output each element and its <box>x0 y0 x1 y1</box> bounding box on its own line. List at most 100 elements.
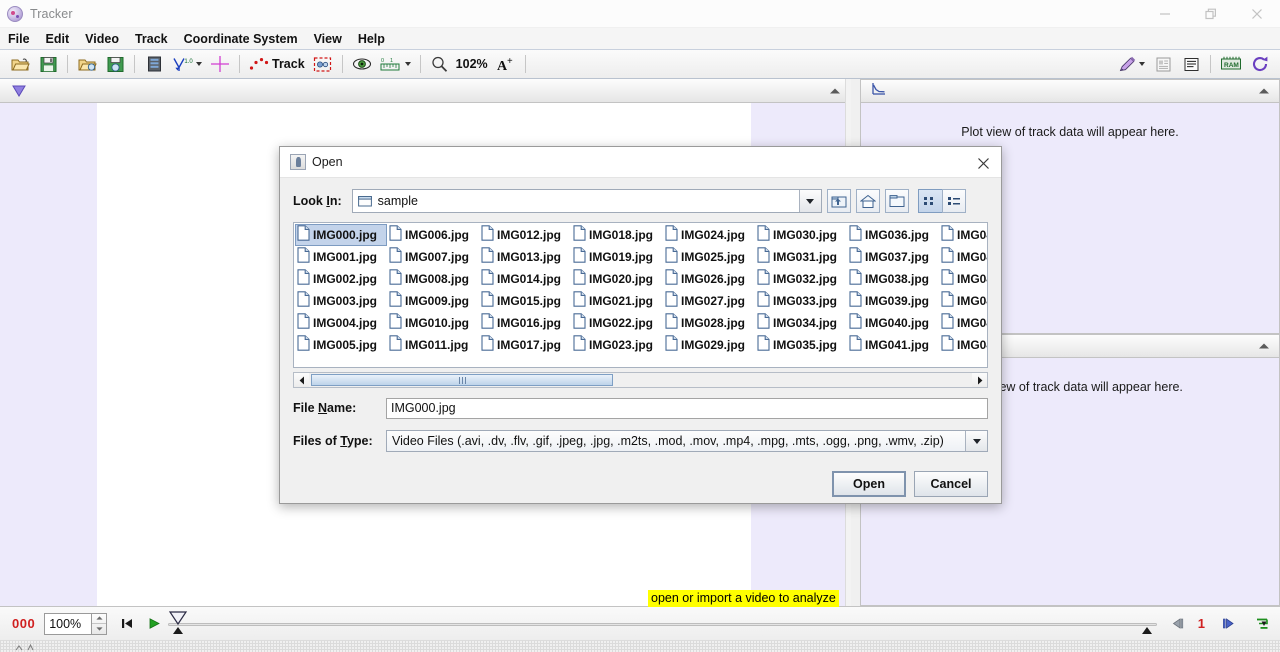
file-list-item[interactable]: IMG042.jpg <box>939 224 987 246</box>
file-list-item[interactable]: IMG034.jpg <box>755 312 847 334</box>
autotracker-icon[interactable] <box>311 52 335 77</box>
menu-video[interactable]: Video <box>78 30 126 48</box>
stepper-up-icon[interactable] <box>92 614 107 624</box>
file-list-item[interactable]: IMG025.jpg <box>663 246 755 268</box>
file-list-item[interactable]: IMG040.jpg <box>847 312 939 334</box>
up-one-level-icon[interactable] <box>826 189 851 213</box>
file-list-item[interactable]: IMG001.jpg <box>295 246 387 268</box>
file-list-item[interactable]: IMG017.jpg <box>479 334 571 356</box>
chevron-down-icon[interactable] <box>965 431 987 451</box>
file-list-item[interactable]: IMG039.jpg <box>847 290 939 312</box>
step-back-icon[interactable] <box>1166 612 1190 636</box>
file-list-item[interactable]: IMG016.jpg <box>479 312 571 334</box>
menu-edit[interactable]: Edit <box>39 30 77 48</box>
player-zoom-field[interactable]: 100% <box>44 612 93 635</box>
file-list-item[interactable]: IMG041.jpg <box>847 334 939 356</box>
close-icon[interactable] <box>971 151 995 175</box>
file-list-item[interactable]: IMG047.jpg <box>939 334 987 356</box>
scroll-left-icon[interactable] <box>294 373 309 387</box>
filter-triangle-icon[interactable] <box>12 85 26 97</box>
files-of-type-combobox[interactable]: Video Files (.avi, .dv, .flv, .gif, .jpe… <box>386 430 988 452</box>
file-list-item[interactable]: IMG009.jpg <box>387 290 479 312</box>
menu-coordinate-system[interactable]: Coordinate System <box>177 30 305 48</box>
file-list-item[interactable]: IMG004.jpg <box>295 312 387 334</box>
refresh-icon[interactable] <box>1248 52 1272 77</box>
skip-to-start-icon[interactable] <box>115 612 139 636</box>
file-list[interactable]: IMG000.jpg IMG001.jpg IMG002.jpg IMG003.jpg… <box>293 222 988 368</box>
menu-track[interactable]: Track <box>128 30 175 48</box>
zoom-level-label[interactable]: 102% <box>456 57 488 71</box>
list-view-icon[interactable] <box>917 189 942 213</box>
file-list-item[interactable]: IMG044.jpg <box>939 268 987 290</box>
open-button[interactable]: Open <box>832 471 906 497</box>
close-icon[interactable] <box>1234 0 1280 28</box>
file-list-item[interactable]: IMG007.jpg <box>387 246 479 268</box>
loop-playback-icon[interactable] <box>1250 612 1274 636</box>
collapse-arrow-icon[interactable] <box>1259 343 1269 349</box>
stepper-down-icon[interactable] <box>92 624 106 634</box>
open-folder-icon[interactable] <box>8 52 32 77</box>
axes-icon[interactable] <box>208 52 232 77</box>
file-list-item[interactable]: IMG046.jpg <box>939 312 987 334</box>
drawing-pencil-icon[interactable] <box>1116 52 1147 77</box>
open-video-icon[interactable] <box>75 52 99 77</box>
file-list-item[interactable]: IMG029.jpg <box>663 334 755 356</box>
file-list-item[interactable]: IMG012.jpg <box>479 224 571 246</box>
collapse-arrow-icon[interactable] <box>1259 88 1269 94</box>
out-marker-icon[interactable] <box>1139 623 1155 635</box>
file-list-item[interactable]: IMG015.jpg <box>479 290 571 312</box>
in-marker-icon[interactable] <box>168 610 188 638</box>
file-list-item[interactable]: IMG010.jpg <box>387 312 479 334</box>
file-list-item[interactable]: IMG032.jpg <box>755 268 847 290</box>
file-list-item[interactable]: IMG005.jpg <box>295 334 387 356</box>
file-list-item[interactable]: IMG037.jpg <box>847 246 939 268</box>
font-size-icon[interactable]: A + <box>494 52 518 77</box>
file-list-item[interactable]: IMG033.jpg <box>755 290 847 312</box>
file-list-item[interactable]: IMG031.jpg <box>755 246 847 268</box>
magnifier-icon[interactable] <box>428 52 452 77</box>
menu-view[interactable]: View <box>307 30 349 48</box>
data-table-icon[interactable] <box>1179 52 1203 77</box>
restore-icon[interactable] <box>1188 0 1234 28</box>
file-list-item[interactable]: IMG043.jpg <box>939 246 987 268</box>
file-list-item[interactable]: IMG023.jpg <box>571 334 663 356</box>
file-list-item[interactable]: IMG002.jpg <box>295 268 387 290</box>
player-zoom-stepper[interactable] <box>92 612 108 635</box>
chevron-down-icon[interactable] <box>798 190 821 212</box>
file-list-item[interactable]: IMG013.jpg <box>479 246 571 268</box>
file-list-item[interactable]: IMG019.jpg <box>571 246 663 268</box>
file-list-item[interactable]: IMG027.jpg <box>663 290 755 312</box>
file-list-item[interactable]: IMG014.jpg <box>479 268 571 290</box>
file-list-item[interactable]: IMG003.jpg <box>295 290 387 312</box>
file-list-item[interactable]: IMG026.jpg <box>663 268 755 290</box>
clip-settings-icon[interactable] <box>142 52 166 77</box>
file-list-item[interactable]: IMG038.jpg <box>847 268 939 290</box>
minimize-icon[interactable] <box>1142 0 1188 28</box>
file-list-item[interactable]: IMG006.jpg <box>387 224 479 246</box>
cancel-button[interactable]: Cancel <box>914 471 988 497</box>
look-in-combobox[interactable]: sample <box>351 189 822 213</box>
file-list-item[interactable]: IMG008.jpg <box>387 268 479 290</box>
scrollbar-thumb[interactable] <box>311 374 613 386</box>
file-list-item[interactable]: IMG000.jpg <box>295 224 387 246</box>
file-list-horizontal-scrollbar[interactable] <box>293 372 988 388</box>
file-list-item[interactable]: IMG018.jpg <box>571 224 663 246</box>
notes-icon[interactable] <box>1151 52 1175 77</box>
create-track-button[interactable]: Track <box>247 52 307 77</box>
file-list-item[interactable]: IMG028.jpg <box>663 312 755 334</box>
save-video-icon[interactable] <box>103 52 127 77</box>
ruler-icon[interactable]: 0 1 <box>378 52 413 77</box>
details-view-icon[interactable] <box>941 189 966 213</box>
file-list-item[interactable]: IMG036.jpg <box>847 224 939 246</box>
timeline-track[interactable] <box>168 622 1157 626</box>
plot-graph-icon[interactable] <box>871 82 886 101</box>
calibration-icon[interactable]: 1.0 <box>170 52 204 77</box>
collapse-arrow-icon[interactable] <box>830 88 840 93</box>
menu-file[interactable]: File <box>1 30 37 48</box>
scroll-right-icon[interactable] <box>972 373 987 387</box>
home-icon[interactable] <box>855 189 880 213</box>
file-name-input[interactable]: IMG000.jpg <box>386 397 988 419</box>
file-list-item[interactable]: IMG011.jpg <box>387 334 479 356</box>
file-list-item[interactable]: IMG035.jpg <box>755 334 847 356</box>
file-list-item[interactable]: IMG020.jpg <box>571 268 663 290</box>
